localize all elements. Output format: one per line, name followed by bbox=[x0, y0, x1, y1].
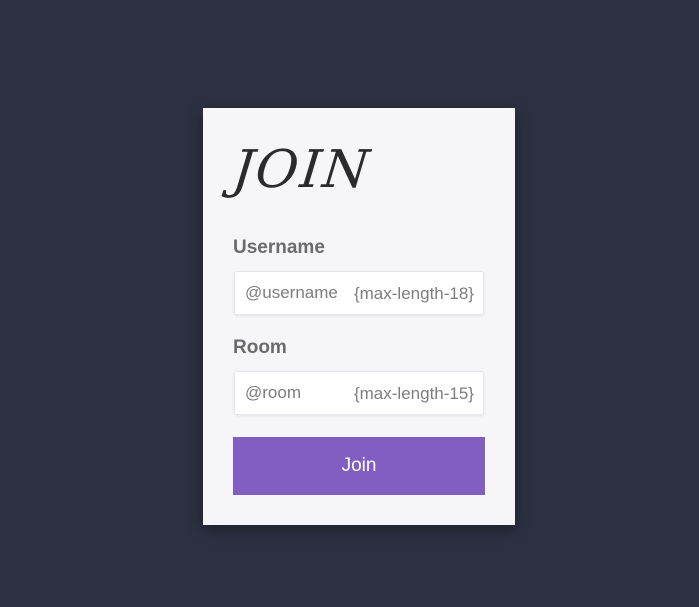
username-label: Username bbox=[233, 237, 325, 258]
join-button[interactable]: Join bbox=[233, 437, 485, 495]
room-field-wrapper: {max-length-15} bbox=[234, 371, 484, 415]
username-input[interactable] bbox=[235, 272, 483, 314]
room-input[interactable] bbox=[235, 372, 483, 414]
username-field-wrapper: {max-length-18} bbox=[234, 271, 484, 315]
join-card: JOIN Username {max-length-18} Room {max-… bbox=[203, 108, 515, 525]
room-label: Room bbox=[233, 337, 287, 358]
form-title: JOIN bbox=[229, 140, 374, 200]
